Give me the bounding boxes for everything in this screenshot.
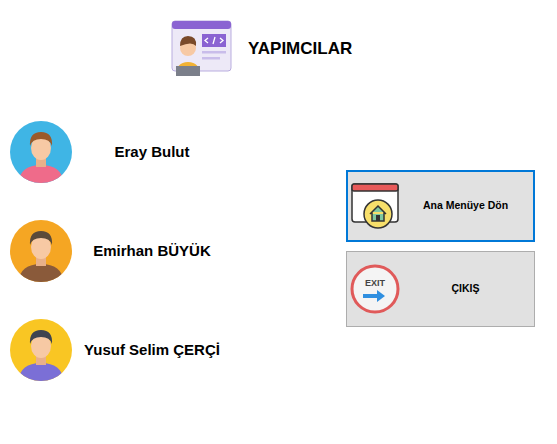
avatar-icon (10, 319, 72, 381)
exit-icon: EXIT (349, 263, 401, 315)
avatar-icon (10, 121, 72, 183)
person-row: Eray Bulut (0, 121, 346, 183)
person-row: Emirhan BÜYÜK (0, 220, 346, 282)
button-label: ÇIKIŞ (401, 281, 530, 297)
content: Eray Bulut Emirhan BÜYÜK Yusuf Selim ÇERÇİ… (0, 78, 557, 381)
developer-icon (170, 20, 233, 78)
main-menu-button[interactable]: Ana Menüye Dön (346, 170, 535, 242)
person-name: Yusuf Selim ÇERÇİ (72, 339, 232, 362)
person-name: Eray Bulut (72, 141, 232, 164)
page-title: YAPIMCILAR (248, 36, 352, 62)
people-list: Eray Bulut Emirhan BÜYÜK Yusuf Selim ÇERÇİ (0, 78, 346, 381)
header: YAPIMCILAR (0, 0, 557, 78)
exit-icon-text: EXIT (365, 278, 386, 288)
home-icon (350, 180, 402, 232)
person-row: Yusuf Selim ÇERÇİ (0, 319, 346, 381)
button-label: Ana Menüye Dön (402, 198, 529, 214)
exit-button[interactable]: EXIT ÇIKIŞ (346, 251, 535, 327)
button-panel: Ana Menüye Dön EXIT ÇIKIŞ (346, 78, 535, 381)
avatar-icon (10, 220, 72, 282)
person-name: Emirhan BÜYÜK (72, 240, 232, 263)
